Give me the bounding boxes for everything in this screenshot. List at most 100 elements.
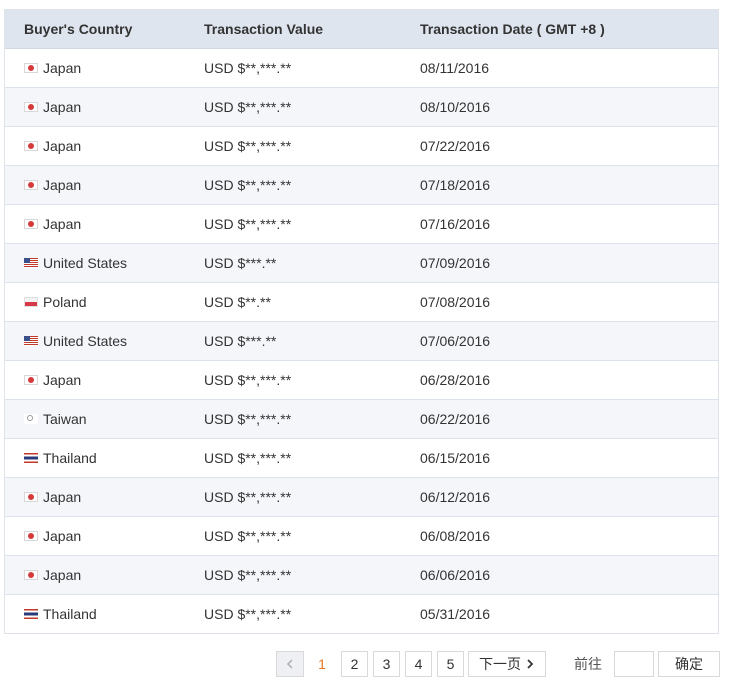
table-row: Taiwan USD $**,***.** 06/22/2016 [5,400,718,439]
cell-transaction-value: USD $**,***.** [204,606,292,622]
goto-page-input[interactable] [614,651,654,677]
flag-jp-icon [24,219,38,229]
cell-transaction-value: USD $**,***.** [204,411,292,427]
table-row: Japan USD $**,***.** 06/06/2016 [5,556,718,595]
page-3-button[interactable]: 3 [373,651,400,677]
cell-transaction-date: 06/06/2016 [420,567,491,583]
country-name: Thailand [43,606,97,622]
country-name: Japan [43,489,82,505]
cell-transaction-date: 06/12/2016 [420,489,491,505]
flag-jp-icon [24,141,38,151]
cell-country: United States [5,333,204,349]
cell-transaction-value: USD $**,***.** [204,216,292,232]
table-row: United States USD $***.** 07/09/2016 [5,244,718,283]
page-2-button[interactable]: 2 [341,651,368,677]
cell-transaction-value: USD $**,***.** [204,60,292,76]
cell-transaction-date: 06/28/2016 [420,372,491,388]
page-5-button[interactable]: 5 [437,651,464,677]
country-name: Japan [43,99,82,115]
table-row: Japan USD $**,***.** 07/16/2016 [5,205,718,244]
cell-transaction-date: 06/22/2016 [420,411,491,427]
flag-th-icon [24,609,38,619]
cell-transaction-value: USD $***.** [204,333,277,349]
cell-transaction-value: USD $***.** [204,255,277,271]
country-name: Thailand [43,450,97,466]
cell-transaction-date: 08/11/2016 [420,60,490,76]
cell-transaction-date: 08/10/2016 [420,99,491,115]
cell-country: Japan [5,138,204,154]
table-row: Japan USD $**,***.** 07/18/2016 [5,166,718,205]
goto-label: 前往 [574,656,602,672]
country-name: Japan [43,60,82,76]
pagination: 1 2 3 4 5 下一页 前往 确定 [0,651,731,677]
country-name: Japan [43,567,82,583]
cell-country: Thailand [5,606,204,622]
table-row: United States USD $***.** 07/06/2016 [5,322,718,361]
flag-jp-icon [24,102,38,112]
cell-transaction-value: USD $**,***.** [204,177,292,193]
cell-country: Japan [5,99,204,115]
header-country: Buyer's Country [24,21,133,37]
next-page-button[interactable]: 下一页 [468,651,546,677]
cell-transaction-date: 07/08/2016 [420,294,491,310]
header-transaction-date: Transaction Date ( GMT +8 ) [420,21,605,37]
country-name: United States [43,333,128,349]
cell-transaction-value: USD $**,***.** [204,489,292,505]
table-row: Japan USD $**,***.** 08/11/2016 [5,49,718,88]
cell-transaction-date: 05/31/2016 [420,606,491,622]
cell-transaction-value: USD $**,***.** [204,138,292,154]
cell-transaction-date: 07/22/2016 [420,138,491,154]
cell-country: Japan [5,528,204,544]
country-name: Poland [43,294,87,310]
flag-jp-icon [24,63,38,73]
country-name: Japan [43,177,82,193]
table-row: Japan USD $**,***.** 07/22/2016 [5,127,718,166]
cell-transaction-date: 07/18/2016 [420,177,491,193]
flag-jp-icon [24,492,38,502]
page-4-button[interactable]: 4 [405,651,432,677]
transactions-table: Buyer's Country Transaction Value Transa… [4,9,719,634]
cell-country: Taiwan [5,411,204,427]
next-page-label: 下一页 [479,656,521,672]
cell-transaction-date: 06/15/2016 [420,450,491,466]
table-header: Buyer's Country Transaction Value Transa… [5,10,718,49]
cell-transaction-value: USD $**,***.** [204,99,292,115]
flag-tw-icon [24,414,38,424]
cell-country: Japan [5,216,204,232]
cell-country: Japan [5,177,204,193]
cell-country: United States [5,255,204,271]
country-name: Japan [43,372,82,388]
flag-jp-icon [24,531,38,541]
cell-transaction-value: USD $**.** [204,294,271,310]
chevron-right-icon [527,659,534,669]
flag-us-icon [24,336,38,346]
cell-transaction-value: USD $**,***.** [204,528,292,544]
chevron-left-icon [286,659,293,669]
flag-pl-icon [24,297,38,307]
table-row: Japan USD $**,***.** 06/12/2016 [5,478,718,517]
flag-jp-icon [24,375,38,385]
table-row: Thailand USD $**,***.** 06/15/2016 [5,439,718,478]
flag-jp-icon [24,180,38,190]
country-name: Japan [43,138,82,154]
cell-transaction-value: USD $**,***.** [204,372,292,388]
header-transaction-value: Transaction Value [204,21,324,37]
cell-country: Japan [5,60,204,76]
cell-country: Japan [5,567,204,583]
cell-transaction-date: 07/16/2016 [420,216,491,232]
cell-transaction-date: 06/08/2016 [420,528,491,544]
cell-country: Thailand [5,450,204,466]
flag-us-icon [24,258,38,268]
table-body: Japan USD $**,***.** 08/11/2016 Japan USD $*… [5,49,718,633]
country-name: Japan [43,216,82,232]
page-1-button[interactable]: 1 [309,651,335,677]
prev-page-button[interactable] [276,651,304,677]
cell-transaction-date: 07/09/2016 [420,255,491,271]
flag-th-icon [24,453,38,463]
confirm-button[interactable]: 确定 [658,651,720,677]
table-row: Thailand USD $**,***.** 05/31/2016 [5,595,718,633]
country-name: Taiwan [43,411,87,427]
country-name: United States [43,255,128,271]
country-name: Japan [43,528,82,544]
cell-transaction-date: 07/06/2016 [420,333,491,349]
